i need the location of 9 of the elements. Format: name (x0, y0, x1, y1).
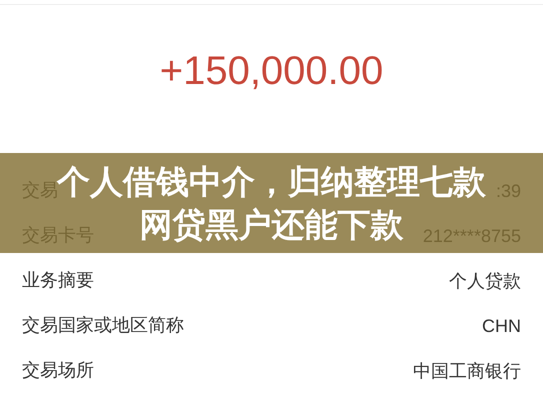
banner-title: 网贷黑户还能下款 (140, 204, 404, 246)
banner-title: 个人借钱中介，归纳整理七款 (57, 161, 486, 203)
row-label: 交易国家或地区简称 (22, 314, 184, 336)
row-value: 中国工商银行 (413, 360, 521, 382)
row-label: 业务摘要 (22, 270, 94, 292)
row-value: CHN (482, 314, 521, 336)
row-label: 交易场所 (22, 360, 94, 382)
row-value: 个人贷款 (449, 270, 521, 292)
transaction-amount: +150,000.00 (160, 48, 384, 95)
